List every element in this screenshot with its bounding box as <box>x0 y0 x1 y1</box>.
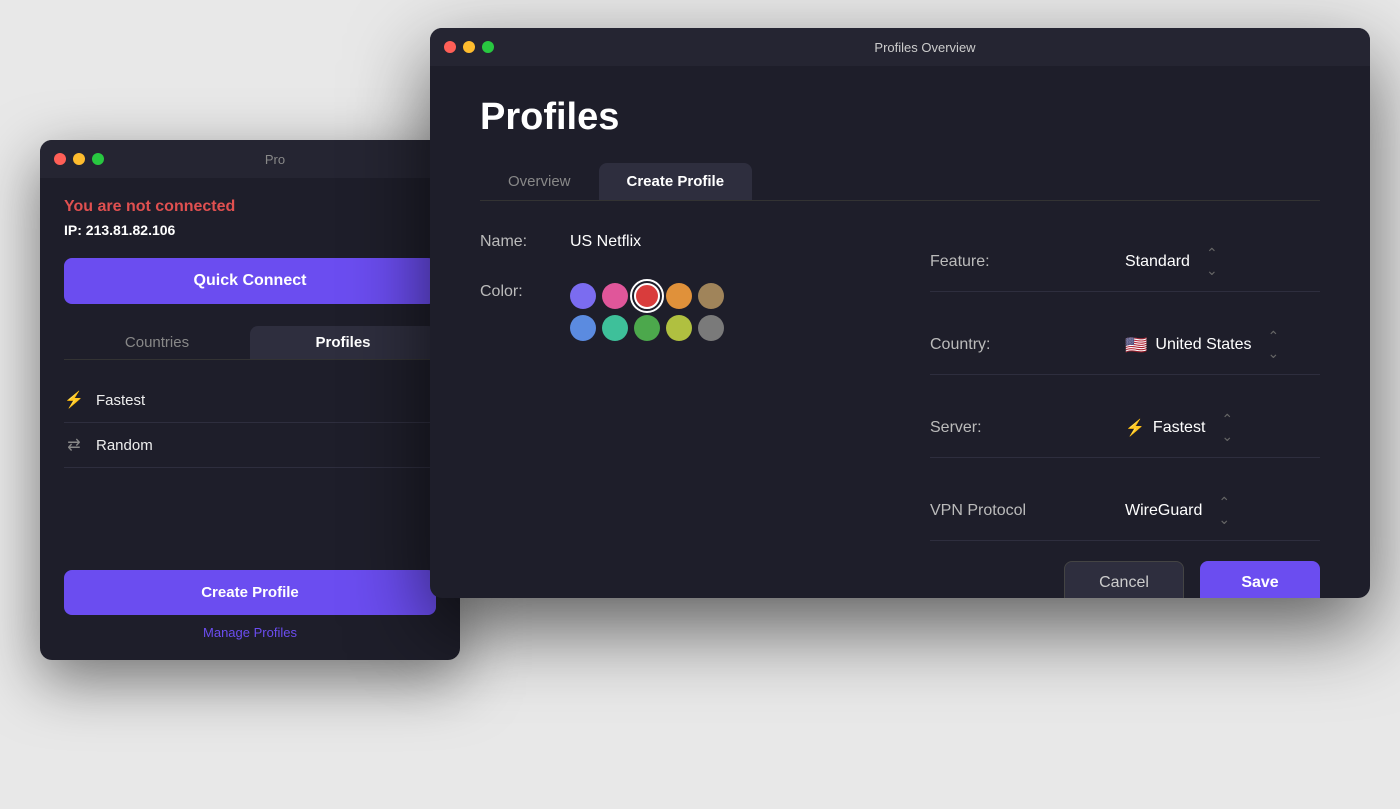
color-dot-6[interactable] <box>602 315 628 341</box>
server-label: Server: <box>930 419 1125 437</box>
vpn-protocol-row: VPN Protocol WireGuard ⌃⌄ <box>930 482 1320 541</box>
front-body: Profiles Overview Create Profile Name: U… <box>430 66 1370 598</box>
bolt-icon: ⚡ <box>64 390 84 410</box>
color-dot-2[interactable] <box>634 283 660 309</box>
buttons-row: Cancel Save <box>480 541 1320 598</box>
feature-value: Standard ⌃⌄ <box>1125 245 1320 279</box>
server-bolt-icon: ⚡ <box>1125 418 1145 438</box>
ip-label: IP: <box>64 222 82 238</box>
back-title: Pro <box>104 152 446 167</box>
vpn-protocol-chevron[interactable]: ⌃⌄ <box>1218 494 1230 528</box>
tab-profiles[interactable]: Profiles <box>250 326 436 359</box>
color-dot-1[interactable] <box>602 283 628 309</box>
front-title: Profiles Overview <box>494 40 1356 55</box>
vpn-protocol-value: WireGuard ⌃⌄ <box>1125 494 1320 528</box>
minimize-dot[interactable] <box>73 153 85 165</box>
tab-countries[interactable]: Countries <box>64 326 250 359</box>
feature-chevron[interactable]: ⌃⌄ <box>1206 245 1218 279</box>
random-label: Random <box>96 437 153 454</box>
country-label: Country: <box>930 336 1125 354</box>
color-dot-4[interactable] <box>698 283 724 309</box>
fastest-label: Fastest <box>96 392 145 409</box>
front-profiles-window: Profiles Overview Profiles Overview Crea… <box>430 28 1370 598</box>
profile-list: ⚡ Fastest ⇄ Random <box>64 378 436 554</box>
connection-status: You are not connected <box>64 198 436 216</box>
ip-value: 213.81.82.106 <box>86 222 176 238</box>
server-chevron[interactable]: ⌃⌄ <box>1221 411 1233 445</box>
maximize-dot[interactable] <box>92 153 104 165</box>
server-row: Server: ⚡ Fastest ⌃⌄ <box>930 399 1320 458</box>
feature-label: Feature: <box>930 253 1125 271</box>
shuffle-icon: ⇄ <box>64 435 84 455</box>
form-area: Name: US Netflix Color: <box>480 233 1320 541</box>
front-titlebar: Profiles Overview <box>430 28 1370 66</box>
name-label: Name: <box>480 233 550 251</box>
country-flag: 🇺🇸 <box>1125 335 1147 356</box>
country-value: 🇺🇸 United States ⌃⌄ <box>1125 328 1320 362</box>
country-row: Country: 🇺🇸 United States ⌃⌄ <box>930 316 1320 375</box>
front-tabs: Overview Create Profile <box>480 163 1320 201</box>
feature-row: Feature: Standard ⌃⌄ <box>930 233 1320 292</box>
cancel-button[interactable]: Cancel <box>1064 561 1184 598</box>
back-body: You are not connected IP: 213.81.82.106 … <box>40 178 460 660</box>
page-title: Profiles <box>480 96 1320 139</box>
back-tabs: Countries Profiles <box>64 326 436 360</box>
form-left: Name: US Netflix Color: <box>480 233 870 541</box>
front-minimize-dot[interactable] <box>463 41 475 53</box>
manage-profiles-link[interactable]: Manage Profiles <box>64 625 436 640</box>
list-item[interactable]: ⇄ Random <box>64 423 436 468</box>
color-label: Color: <box>480 283 550 301</box>
close-dot[interactable] <box>54 153 66 165</box>
back-vpn-window: Pro You are not connected IP: 213.81.82.… <box>40 140 460 660</box>
color-dot-3[interactable] <box>666 283 692 309</box>
color-dot-0[interactable] <box>570 283 596 309</box>
server-value: ⚡ Fastest ⌃⌄ <box>1125 411 1320 445</box>
create-profile-button[interactable]: Create Profile <box>64 570 436 615</box>
save-button[interactable]: Save <box>1200 561 1320 598</box>
name-row: Name: US Netflix <box>480 233 870 251</box>
form-right: Feature: Standard ⌃⌄ Country: 🇺🇸 United … <box>930 233 1320 541</box>
tab-create-profile[interactable]: Create Profile <box>599 163 753 200</box>
color-dot-7[interactable] <box>634 315 660 341</box>
name-value: US Netflix <box>570 233 641 251</box>
color-dot-5[interactable] <box>570 315 596 341</box>
list-item[interactable]: ⚡ Fastest <box>64 378 436 423</box>
front-traffic-lights <box>444 41 494 53</box>
color-dot-8[interactable] <box>666 315 692 341</box>
quick-connect-button[interactable]: Quick Connect <box>64 258 436 304</box>
color-picker <box>570 283 724 341</box>
front-close-dot[interactable] <box>444 41 456 53</box>
country-chevron[interactable]: ⌃⌄ <box>1267 328 1279 362</box>
color-row: Color: <box>480 279 870 341</box>
back-titlebar: Pro <box>40 140 460 178</box>
traffic-lights <box>54 153 104 165</box>
ip-line: IP: 213.81.82.106 <box>64 222 436 238</box>
tab-overview[interactable]: Overview <box>480 163 599 200</box>
color-dot-9[interactable] <box>698 315 724 341</box>
front-maximize-dot[interactable] <box>482 41 494 53</box>
vpn-protocol-label: VPN Protocol <box>930 502 1125 520</box>
